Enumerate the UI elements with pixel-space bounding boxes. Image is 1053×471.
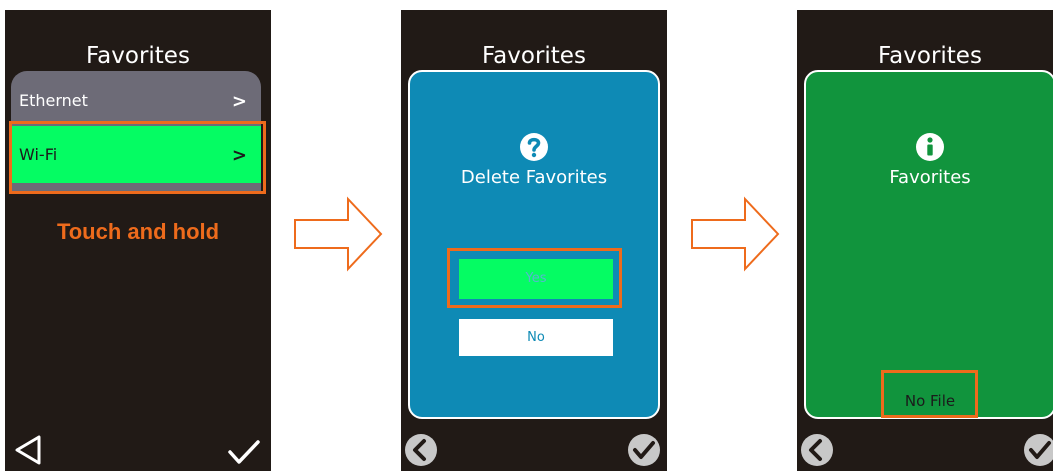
checkmark-icon[interactable] (227, 437, 261, 467)
arrow-right-icon (691, 196, 780, 272)
dialog-title: Delete Favorites (460, 167, 608, 188)
confirm-dialog: Delete Favorites Yes No (408, 70, 660, 419)
delete-favorites-screen: Favorites Delete Favorites Yes No (401, 10, 667, 471)
circle-check-icon[interactable] (627, 433, 661, 467)
highlight-box (447, 248, 622, 308)
no-button[interactable]: No (459, 319, 613, 356)
info-dialog: Favorites No File (804, 70, 1053, 419)
list-item-ethernet[interactable]: Ethernet > (11, 71, 261, 124)
screen-title: Favorites (482, 43, 586, 69)
triangle-back-icon[interactable] (13, 433, 43, 467)
circle-check-icon[interactable] (1023, 433, 1053, 467)
favorites-info-screen: Favorites Favorites No File (797, 10, 1053, 471)
question-icon (520, 133, 548, 161)
chevron-right-icon: > (231, 91, 247, 112)
arrow-right-icon (294, 196, 383, 272)
highlight-box (881, 370, 978, 418)
dialog-title: Favorites (889, 167, 971, 188)
circle-back-icon[interactable] (800, 433, 834, 467)
highlight-box (9, 121, 266, 194)
screen-title: Favorites (86, 43, 190, 69)
circle-back-icon[interactable] (404, 433, 438, 467)
list-item-label: Ethernet (19, 91, 88, 110)
favorites-list-screen: Favorites Ethernet > Wi-Fi > Touch and h… (5, 10, 271, 471)
info-icon (916, 133, 944, 161)
screen-title: Favorites (878, 43, 982, 69)
instruction-text: Touch and hold (56, 219, 220, 244)
